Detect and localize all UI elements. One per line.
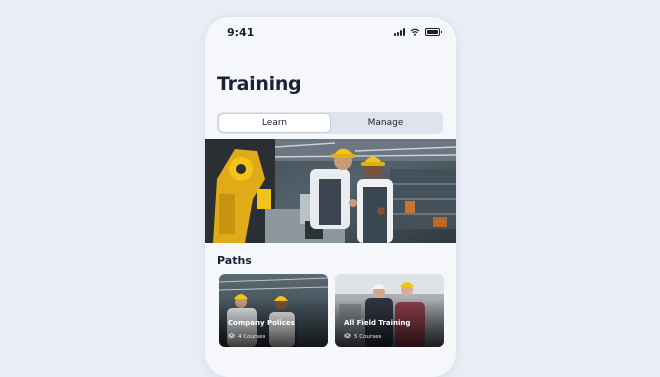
- hero-image: [205, 139, 456, 243]
- phone-frame: 9:41 Training Learn Manage Paths Company…: [205, 17, 456, 377]
- layers-icon: [344, 333, 351, 339]
- path-card-company-polices[interactable]: Company Polices 4 Courses: [219, 274, 328, 347]
- card-title: All Field Training: [344, 319, 411, 327]
- card-meta: 5 Courses: [344, 333, 381, 340]
- page-title: Training: [217, 73, 302, 95]
- status-icons: [394, 28, 442, 36]
- status-bar: 9:41: [205, 17, 456, 51]
- card-course-count: 5 Courses: [354, 333, 382, 340]
- tab-learn[interactable]: Learn: [219, 114, 330, 132]
- segmented-control: Learn Manage: [217, 112, 443, 134]
- signal-icon: [394, 28, 405, 36]
- status-time: 9:41: [227, 26, 255, 39]
- battery-icon: [425, 28, 442, 36]
- wifi-icon: [410, 28, 420, 36]
- layers-icon: [228, 333, 235, 339]
- paths-heading: Paths: [217, 254, 252, 267]
- card-course-count: 4 Courses: [238, 333, 266, 340]
- card-title: Company Polices: [228, 319, 295, 327]
- path-card-all-field-training[interactable]: All Field Training 5 Courses: [335, 274, 444, 347]
- tab-manage[interactable]: Manage: [330, 114, 441, 132]
- card-meta: 4 Courses: [228, 333, 265, 340]
